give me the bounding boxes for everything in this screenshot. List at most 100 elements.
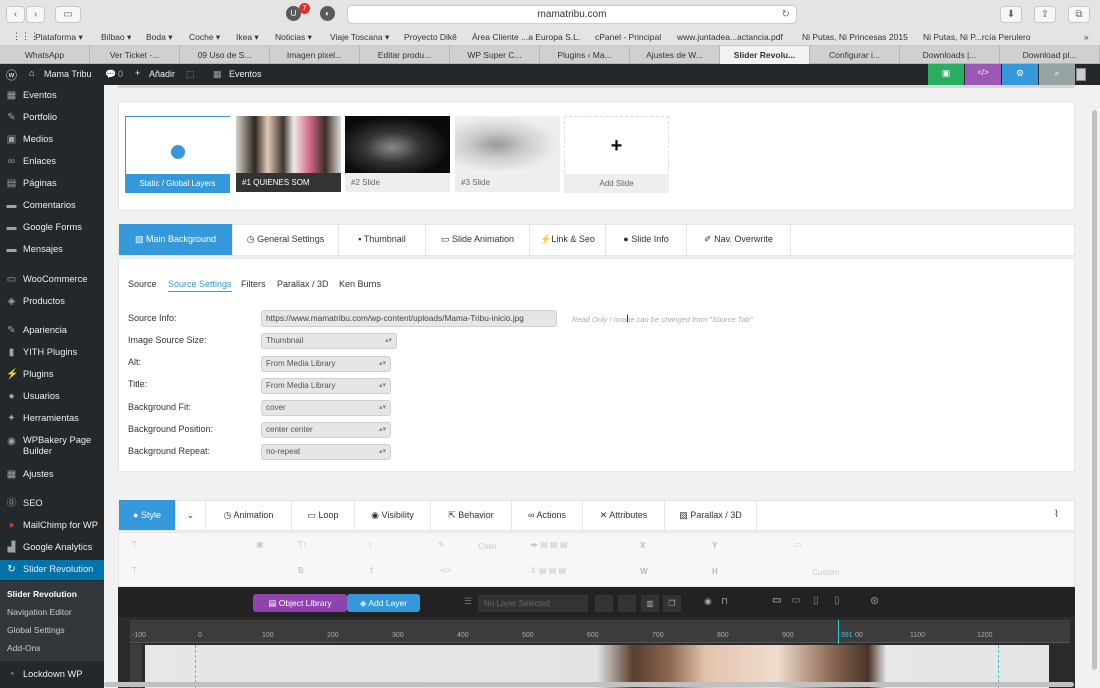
- bookmark-item[interactable]: Viaje Toscana ▾: [330, 32, 389, 43]
- forward-button[interactable]: ›: [26, 6, 45, 23]
- site-name-link[interactable]: Mama Tribu: [44, 69, 92, 79]
- tab-attributes[interactable]: ✕ Attributes: [583, 500, 665, 530]
- slide-thumb-3[interactable]: #3 Slide: [455, 116, 560, 192]
- tab-nav-overwrite[interactable]: ✐ Nav. Overwrite: [687, 224, 791, 255]
- browser-tab[interactable]: 09 Uso de S...: [180, 46, 270, 64]
- layer-select-field[interactable]: No Layer Selected: [478, 595, 588, 612]
- tab-link-seo[interactable]: ⚡Link & Seo: [530, 224, 606, 255]
- alt-select[interactable]: From Media Library ▴▾: [261, 356, 391, 372]
- tabs-overview-button[interactable]: ⧉: [1068, 6, 1090, 23]
- browser-tab[interactable]: Ajustes de W...: [630, 46, 720, 64]
- lock-icon[interactable]: ⊓: [721, 596, 728, 607]
- sidebar-item-google-analytics[interactable]: ▟ Google Analytics: [0, 538, 104, 558]
- sidebar-item-mailchimp[interactable]: ● MailChimp for WP: [0, 516, 104, 536]
- vc-icon[interactable]: ⬚: [186, 69, 195, 80]
- sidebar-item-wpbakery[interactable]: ◉ WPBakery Page Builder: [0, 432, 104, 458]
- sidebar-item-ajustes[interactable]: ▦ Ajustes: [0, 465, 104, 485]
- bookmark-item[interactable]: Ikea ▾: [236, 32, 259, 43]
- browser-tab[interactable]: Imagen pixel...: [270, 46, 360, 64]
- tab-slide-animation[interactable]: ▭ Slide Animation: [426, 224, 530, 255]
- sidebar-item-usuarios[interactable]: ● Usuarios: [0, 387, 104, 407]
- sidebar-item-eventos[interactable]: ▦ Eventos: [0, 86, 104, 106]
- sidebar-item-plugins[interactable]: ⚡ Plugins: [0, 365, 104, 385]
- tab-visibility[interactable]: ◉ Visibility: [355, 500, 431, 530]
- sidebar-item-paginas[interactable]: ▤ Páginas: [0, 174, 104, 194]
- privacy-icon[interactable]: ◐: [320, 6, 335, 21]
- subtab-parallax-3d[interactable]: Parallax / 3D: [277, 279, 329, 289]
- bookmark-item[interactable]: cPanel - Principal: [595, 32, 661, 42]
- style-dropdown-toggle[interactable]: ⌄: [176, 500, 206, 530]
- browser-tab[interactable]: Ver Ticket -...: [90, 46, 180, 64]
- sidebar-item-mensajes[interactable]: ▬ Mensajes: [0, 240, 104, 260]
- avatar[interactable]: [1076, 68, 1086, 81]
- subtab-source[interactable]: Source: [128, 279, 157, 289]
- subtab-filters[interactable]: Filters: [241, 279, 266, 289]
- slide-thumb-1[interactable]: #1 QUIENES SOM: [236, 116, 341, 192]
- laptop-icon[interactable]: ▭: [791, 595, 800, 606]
- duplicate-icon[interactable]: ❐: [663, 595, 681, 612]
- tab-style[interactable]: ● Style: [119, 500, 176, 530]
- sidebar-item-enlaces[interactable]: ∞ Enlaces: [0, 152, 104, 172]
- reload-icon[interactable]: ↻: [782, 6, 790, 23]
- wordpress-logo-icon[interactable]: ⓦ: [6, 67, 17, 83]
- bookmark-item[interactable]: Bilbao ▾: [101, 32, 131, 43]
- slide-thumb-2[interactable]: #2 Slide: [345, 116, 450, 192]
- tab-thumbnail[interactable]: ▪ Thumbnail: [339, 224, 426, 255]
- submenu-item-global-settings[interactable]: Global Settings: [7, 625, 65, 635]
- tab-loop[interactable]: ▭ Loop: [292, 500, 355, 530]
- bookmark-item[interactable]: Ni Putas, Ni Princesas 2015: [802, 32, 908, 42]
- address-bar[interactable]: mamatribu.com ↻: [347, 5, 797, 24]
- comments-icon[interactable]: 💬: [105, 69, 116, 80]
- sidebar-item-medios[interactable]: ▣ Medios: [0, 130, 104, 150]
- share-button[interactable]: ⇪: [1034, 6, 1056, 23]
- browser-tab[interactable]: Editar produ...: [360, 46, 450, 64]
- save-slide-button[interactable]: ▣: [928, 64, 964, 87]
- bookmark-item[interactable]: Ni Putas, Ni P...rcía Perulero: [923, 32, 1031, 42]
- tab-general-settings[interactable]: ◷ General Settings: [233, 224, 339, 255]
- phone-icon[interactable]: ▯: [834, 595, 840, 606]
- submenu-item-add-ons[interactable]: Add-Ons: [7, 643, 41, 653]
- static-global-layers-slide[interactable]: Static / Global Layers: [125, 116, 231, 193]
- sidebar-item-yith-plugins[interactable]: ▮ YITH Plugins: [0, 343, 104, 363]
- trash-icon[interactable]: ▥: [641, 595, 659, 612]
- bookmark-item[interactable]: Noticias ▾: [275, 32, 312, 43]
- download-button[interactable]: ⬇: [1000, 6, 1022, 23]
- sidebar-item-google-forms[interactable]: ▬ Google Forms: [0, 218, 104, 238]
- browser-tab-active[interactable]: Slider Revolu...: [720, 46, 810, 64]
- settings-gear-button[interactable]: ⚙: [1002, 64, 1038, 87]
- sidebar-item-apariencia[interactable]: ✎ Apariencia: [0, 321, 104, 341]
- bookmark-item[interactable]: Proyecto Dikê: [404, 32, 457, 42]
- bookmark-item[interactable]: www.juntadea...actancia.pdf: [677, 32, 783, 42]
- code-button[interactable]: </>: [965, 64, 1001, 87]
- submenu-item-navigation-editor[interactable]: Navigation Editor: [7, 607, 72, 617]
- tab-actions[interactable]: ∞ Actions: [512, 500, 583, 530]
- vertical-scrollbar[interactable]: [1092, 110, 1097, 670]
- menu-icon[interactable]: ☰: [464, 596, 472, 607]
- layer-option-button[interactable]: [595, 595, 613, 612]
- sidebar-toggle-button[interactable]: ▭: [55, 6, 81, 23]
- sidebar-item-lockdown-wp[interactable]: ◔ Lockdown WP: [0, 665, 104, 685]
- back-button[interactable]: ‹: [6, 6, 25, 23]
- bookmark-item[interactable]: Boda ▾: [146, 32, 172, 43]
- subtab-ken-burns[interactable]: Ken Burns: [339, 279, 381, 289]
- image-source-size-select[interactable]: Thumbnail ▴▾: [261, 333, 397, 349]
- sidebar-item-slider-revolution[interactable]: ↻ Slider Revolution: [0, 560, 104, 580]
- sidebar-item-woocommerce[interactable]: ▭ WooCommerce: [0, 270, 104, 290]
- bookmark-item[interactable]: Plataforma ▾: [35, 32, 83, 43]
- layer-option-button[interactable]: [618, 595, 636, 612]
- browser-tab[interactable]: Configurar i...: [810, 46, 900, 64]
- object-library-button[interactable]: ▤ Object Library: [253, 594, 347, 612]
- title-select[interactable]: From Media Library ▴▾: [261, 378, 391, 394]
- subtab-source-settings[interactable]: Source Settings: [168, 279, 232, 292]
- guides-icon[interactable]: ⊛: [870, 594, 879, 607]
- sidebar-item-portfolio[interactable]: ✎ Portfolio: [0, 108, 104, 128]
- add-layer-button[interactable]: ◈ Add Layer: [347, 594, 420, 612]
- browser-tab[interactable]: Plugins ‹ Ma...: [540, 46, 630, 64]
- browser-tab[interactable]: WhatsApp: [0, 46, 90, 64]
- sidebar-item-comentarios[interactable]: ▬ Comentarios: [0, 196, 104, 216]
- sidebar-item-seo[interactable]: ⓪ SEO: [0, 494, 104, 514]
- eye-icon[interactable]: ◉: [704, 596, 712, 607]
- paperclip-icon[interactable]: ⌇: [1054, 509, 1059, 520]
- submenu-item-slider-revolution[interactable]: Slider Revolution: [7, 589, 77, 599]
- browser-tab[interactable]: Downloads |...: [900, 46, 1000, 64]
